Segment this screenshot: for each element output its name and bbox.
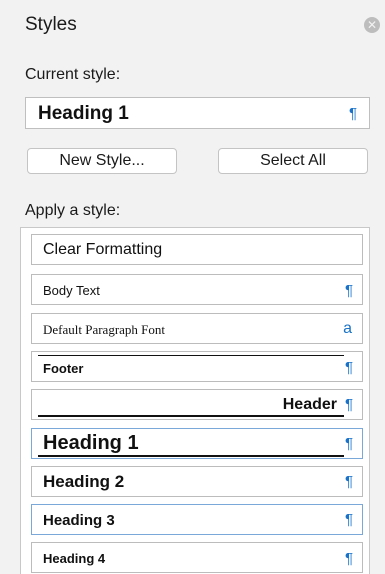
style-item-label: Body Text [43,283,100,298]
style-item-label: Header [282,396,337,413]
styles-pane: Styles ✕ Current style: Heading 1 ¶ New … [0,0,385,574]
style-list: Clear Formatting Body Text ¶ Default Par… [20,227,370,574]
current-style-value: Heading 1 [38,103,129,124]
new-style-button[interactable]: New Style... [27,148,177,174]
pilcrow-icon: ¶ [344,359,353,376]
style-item-label: Heading 4 [43,551,106,566]
style-item-heading-4[interactable]: Heading 4 ¶ [31,542,363,573]
style-item-label: Footer [43,361,84,376]
style-item-footer[interactable]: Footer ¶ [31,351,363,382]
pilcrow-icon: ¶ [344,282,353,299]
pilcrow-icon: ¶ [344,550,353,567]
style-item-label: Heading 2 [43,472,125,491]
character-style-icon: a [343,320,352,337]
style-item-label: Heading 3 [43,512,115,529]
style-item-heading-3[interactable]: Heading 3 ¶ [31,504,363,535]
pilcrow-icon: ¶ [344,473,353,490]
style-item-clear-formatting[interactable]: Clear Formatting [31,234,363,265]
apply-style-label: Apply a style: [25,202,121,219]
style-item-heading-2[interactable]: Heading 2 ¶ [31,466,363,497]
bottom-border-rule [38,455,344,457]
top-border-rule [38,355,344,356]
pilcrow-icon: ¶ [348,105,357,122]
style-item-header[interactable]: Header ¶ [31,389,363,420]
style-item-default-paragraph-font[interactable]: Default Paragraph Font a [31,313,363,344]
style-item-label: Heading 1 [43,432,139,454]
style-item-label: Clear Formatting [43,241,163,258]
select-all-button[interactable]: Select All [218,148,368,174]
close-icon[interactable]: ✕ [364,17,380,33]
pilcrow-icon: ¶ [344,396,353,413]
style-item-body-text[interactable]: Body Text ¶ [31,274,363,305]
bottom-border-rule [38,415,344,417]
pilcrow-icon: ¶ [344,435,353,452]
pane-title: Styles [25,14,77,35]
current-style-field[interactable]: Heading 1 ¶ [25,97,370,129]
style-item-heading-1[interactable]: Heading 1 ¶ [31,428,363,459]
current-style-label: Current style: [25,66,121,83]
pilcrow-icon: ¶ [344,511,353,528]
style-item-label: Default Paragraph Font [43,322,166,337]
